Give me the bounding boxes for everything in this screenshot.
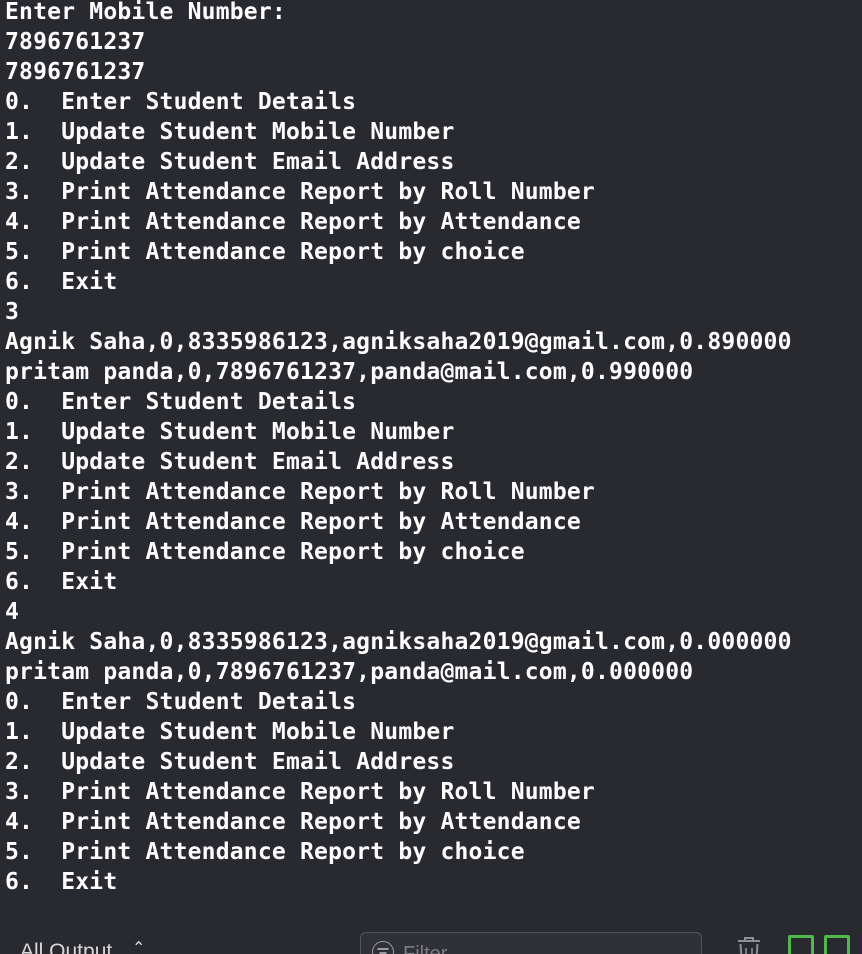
console-line: 3 xyxy=(5,299,20,325)
right-pane-icon xyxy=(824,935,850,954)
console-line: 1. Update Student Mobile Number xyxy=(5,419,455,445)
console-line: 5. Print Attendance Report by choice xyxy=(5,839,525,865)
console-line: 1. Update Student Mobile Number xyxy=(5,719,455,745)
console-line: 2. Update Student Email Address xyxy=(5,449,455,475)
trash-icon[interactable] xyxy=(736,936,762,954)
console-line: 2. Update Student Email Address xyxy=(5,749,455,775)
console-line: 3. Print Attendance Report by Roll Numbe… xyxy=(5,479,595,505)
console-line: 7896761237 xyxy=(5,59,146,85)
console-line: 4 xyxy=(5,599,20,625)
filter-field[interactable] xyxy=(360,932,702,954)
console-line: 6. Exit xyxy=(5,869,118,895)
console-line: 6. Exit xyxy=(5,269,118,295)
console-line: 0. Enter Student Details xyxy=(5,389,357,415)
filter-input[interactable] xyxy=(403,941,683,954)
console-line: 2. Update Student Email Address xyxy=(5,149,455,175)
console-line: 5. Print Attendance Report by choice xyxy=(5,539,525,565)
console-line: 0. Enter Student Details xyxy=(5,689,357,715)
console-line: 5. Print Attendance Report by choice xyxy=(5,239,525,265)
console-line: 4. Print Attendance Report by Attendance xyxy=(5,209,581,235)
console-line: 0. Enter Student Details xyxy=(5,89,357,115)
console-line: 7896761237 xyxy=(5,29,146,55)
console-line: 3. Print Attendance Report by Roll Numbe… xyxy=(5,779,595,805)
console-line: 1. Update Student Mobile Number xyxy=(5,119,455,145)
console-line: Enter Mobile Number: xyxy=(5,0,286,25)
console-line: 4. Print Attendance Report by Attendance xyxy=(5,509,581,535)
filter-icon xyxy=(372,941,394,954)
console-line: Agnik Saha,0,8335986123,agniksaha2019@gm… xyxy=(5,629,792,655)
console-line: 3. Print Attendance Report by Roll Numbe… xyxy=(5,179,595,205)
console-line: Agnik Saha,0,8335986123,agniksaha2019@gm… xyxy=(5,329,792,355)
console-line: 6. Exit xyxy=(5,569,118,595)
console-output[interactable]: Enter Mobile Number: 7896761237 78967612… xyxy=(0,0,862,910)
split-view-icon[interactable] xyxy=(788,935,854,954)
console-line: 4. Print Attendance Report by Attendance xyxy=(5,809,581,835)
console-toolbar: All Output ⌃ xyxy=(0,910,862,954)
output-selector-label: All Output xyxy=(20,940,113,954)
console-line: pritam panda,0,7896761237,panda@mail.com… xyxy=(5,359,694,385)
chevron-up-icon: ⌃ xyxy=(132,938,146,954)
console-line: pritam panda,0,7896761237,panda@mail.com… xyxy=(5,659,694,685)
left-pane-icon xyxy=(788,935,814,954)
